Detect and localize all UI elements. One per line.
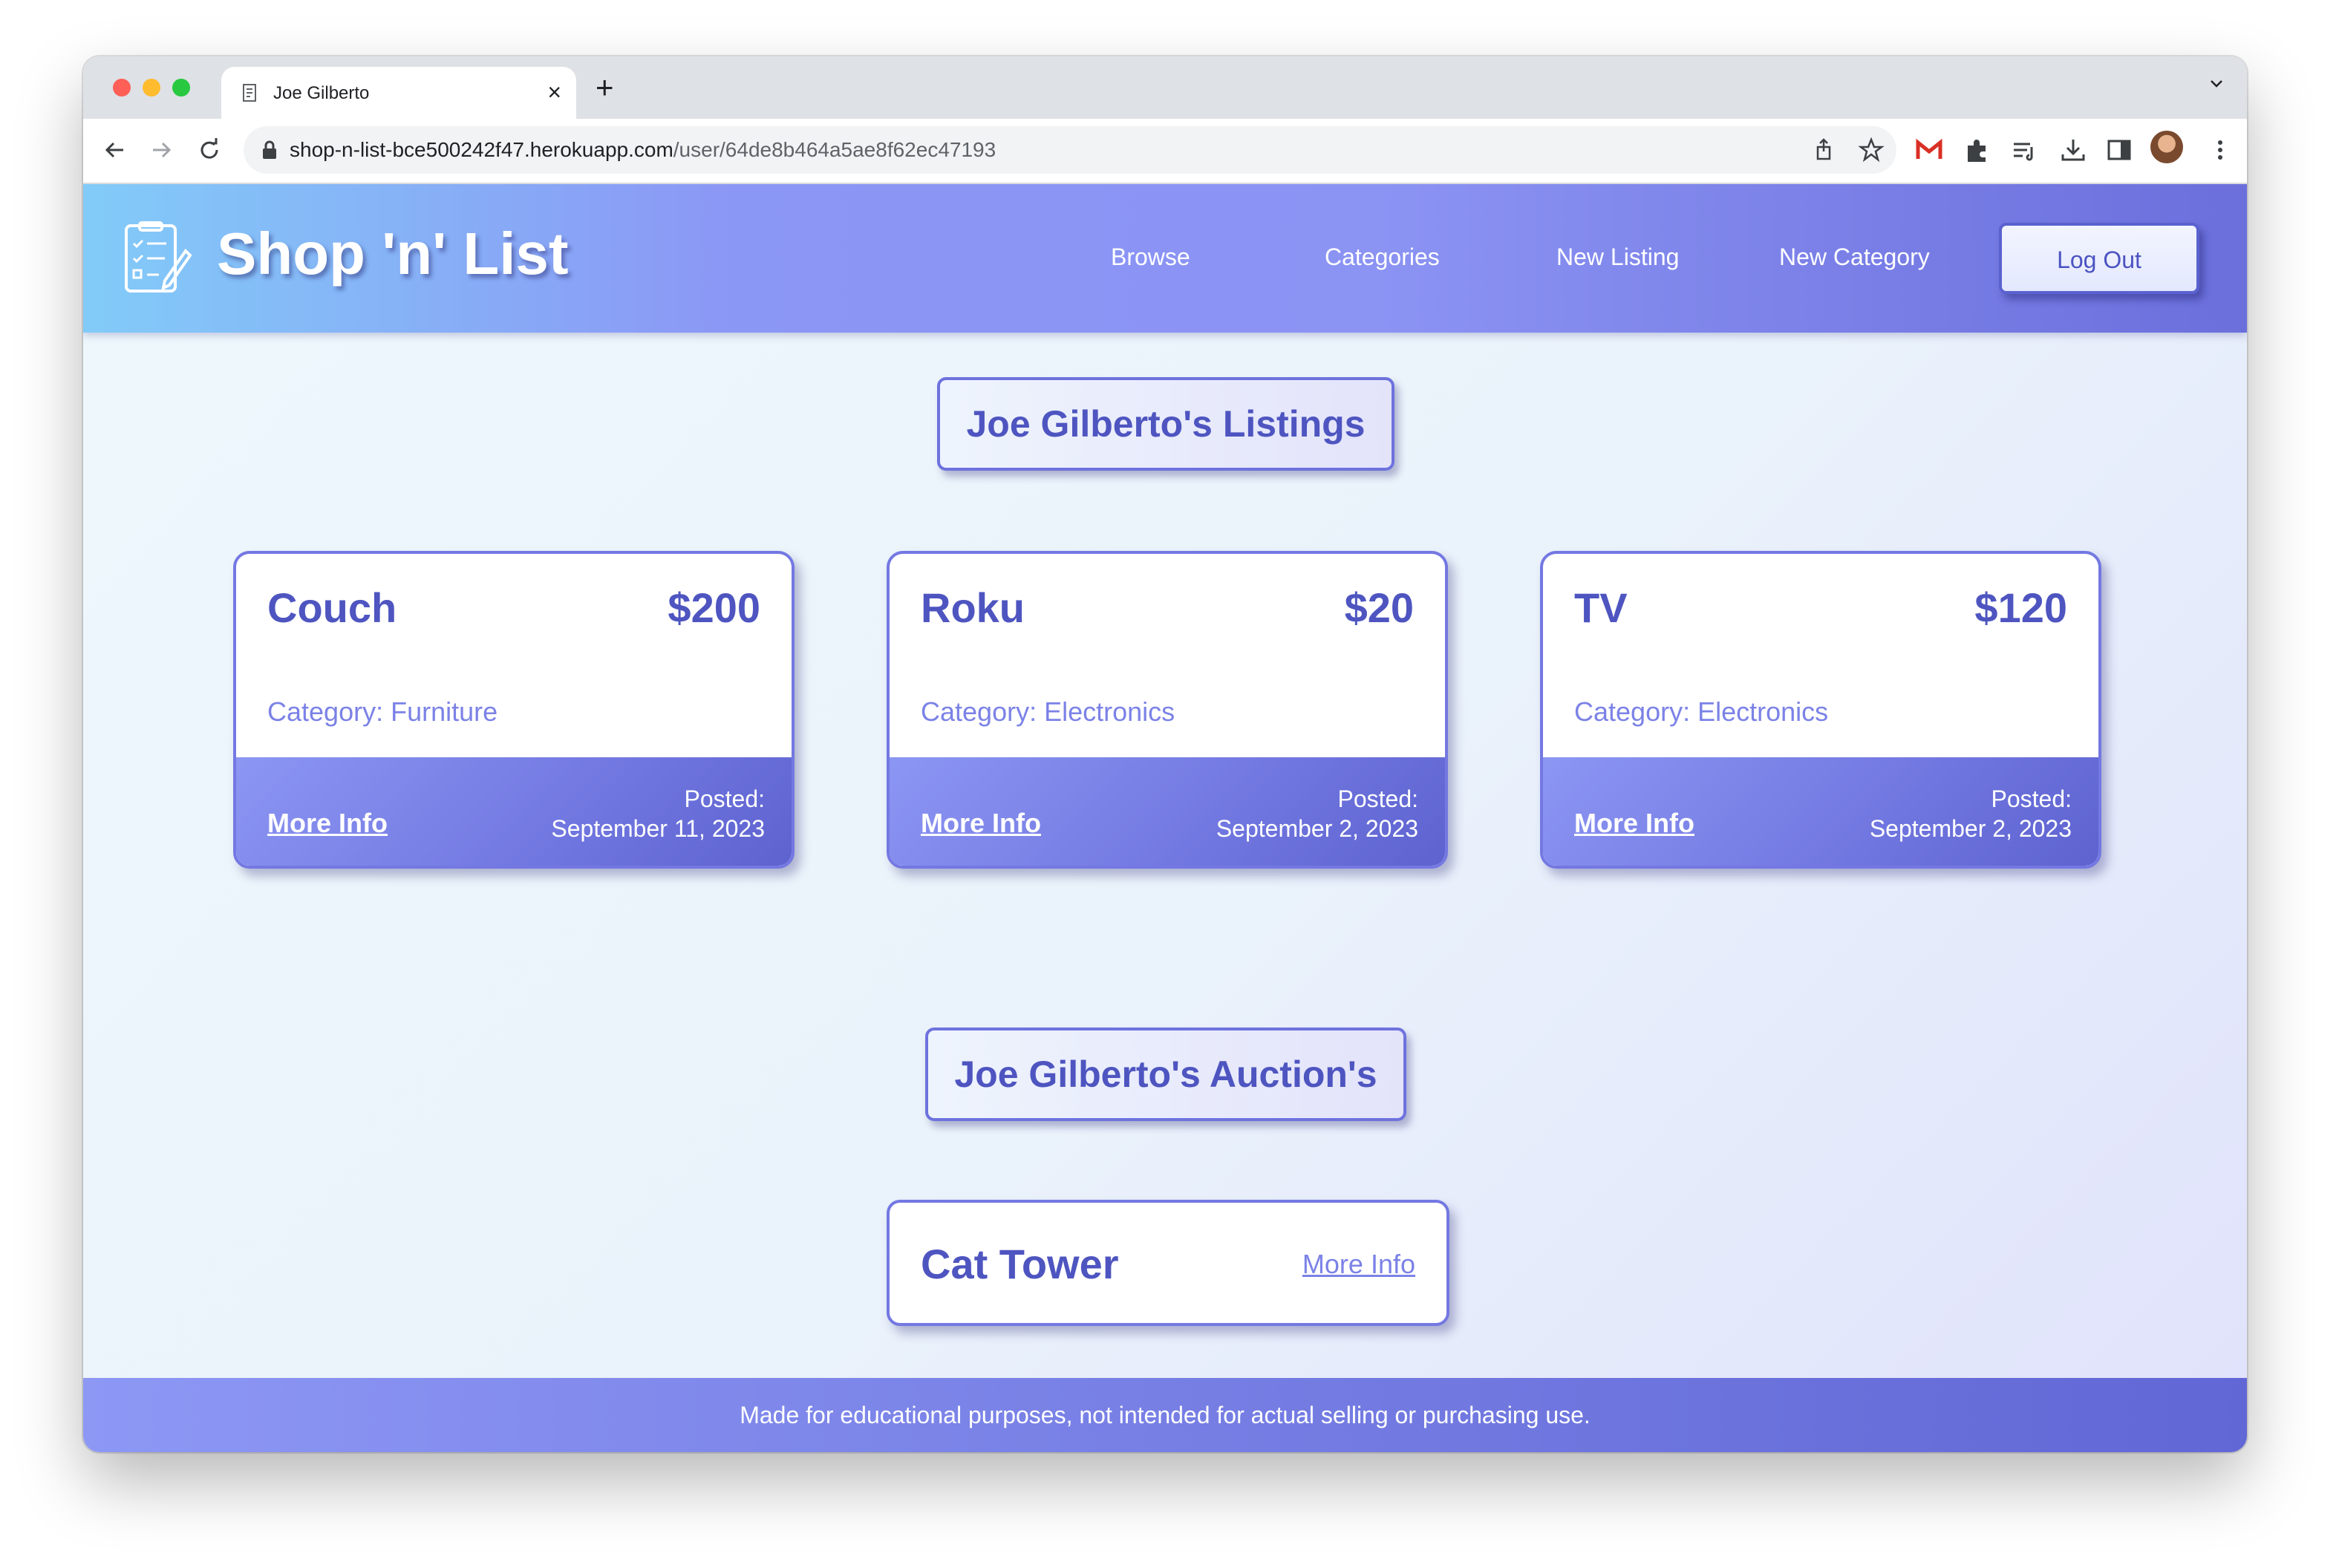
new-tab-icon[interactable]: + [596, 72, 614, 103]
nav-new-category[interactable]: New Category [1779, 244, 1930, 271]
auction-more-info-link[interactable]: More Info [1302, 1249, 1415, 1280]
listing-name: Roku [921, 584, 1025, 631]
browser-tab[interactable]: Joe Gilberto × [221, 67, 576, 119]
posted-label: Posted: [1337, 785, 1418, 812]
address-bar[interactable]: shop-n-list-bce500242f47.herokuapp.com/u… [244, 126, 1896, 174]
auction-card: Cat Tower More Info [887, 1200, 1449, 1326]
logout-button[interactable]: Log Out [1999, 223, 2199, 294]
puzzle-icon[interactable] [1962, 135, 1991, 165]
listing-footer: More Info Posted: September 2, 2023 [1543, 757, 2098, 866]
url-text: shop-n-list-bce500242f47.herokuapp.com/u… [290, 138, 996, 162]
gmail-icon[interactable] [1914, 135, 1944, 165]
site-footer: Made for educational purposes, not inten… [83, 1378, 2247, 1452]
posted-value: September 2, 2023 [1216, 815, 1418, 842]
listing-category: Category: Electronics [1574, 696, 1829, 727]
reload-icon[interactable] [195, 135, 224, 165]
footer-text: Made for educational purposes, not inten… [740, 1402, 1591, 1428]
nav-new-listing[interactable]: New Listing [1556, 244, 1679, 271]
listing-footer: More Info Posted: September 2, 2023 [890, 757, 1445, 866]
forward-arrow-icon[interactable] [147, 135, 177, 165]
listing-card: Couch $200 Category: Furniture More Info… [233, 551, 795, 869]
maximize-window-button[interactable] [172, 79, 190, 97]
site-header: Shop 'n' List Browse Categories New List… [83, 184, 2247, 333]
document-icon [243, 84, 256, 102]
browser-toolbar: shop-n-list-bce500242f47.herokuapp.com/u… [83, 119, 2247, 184]
browser-window: Joe Gilberto × + shop-n-list-bce500242f4… [83, 56, 2247, 1452]
url-host: shop-n-list-bce500242f47.herokuapp.com [290, 138, 673, 161]
reading-list-icon[interactable] [2009, 135, 2039, 165]
listing-card: TV $120 Category: Electronics More Info … [1540, 551, 2101, 869]
tab-strip: Joe Gilberto × + [83, 56, 2247, 119]
lock-icon [263, 140, 276, 159]
listing-category: Category: Furniture [267, 696, 498, 727]
posted-date: Posted: September 2, 2023 [1870, 784, 2072, 843]
listing-footer: More Info Posted: September 11, 2023 [236, 757, 792, 866]
listing-card: Roku $20 Category: Electronics More Info… [887, 551, 1448, 869]
more-info-link[interactable]: More Info [267, 808, 388, 839]
listing-price: $200 [668, 584, 760, 631]
star-icon[interactable] [1858, 137, 1885, 163]
chevron-down-icon[interactable] [2208, 76, 2225, 92]
auctions-heading: Joe Gilberto's Auction's [925, 1028, 1406, 1121]
posted-date: Posted: September 2, 2023 [1216, 784, 1418, 843]
tab-title: Joe Gilberto [273, 83, 370, 103]
posted-label: Posted: [684, 785, 765, 812]
side-panel-icon[interactable] [2104, 135, 2134, 165]
listing-name: Couch [267, 584, 397, 631]
listing-price: $20 [1344, 584, 1414, 631]
nav-browse[interactable]: Browse [1111, 244, 1190, 271]
profile-avatar[interactable] [2150, 131, 2183, 163]
auction-name: Cat Tower [921, 1241, 1119, 1287]
close-window-button[interactable] [113, 79, 131, 97]
listing-price: $120 [1974, 584, 2067, 631]
posted-date: Posted: September 11, 2023 [551, 784, 765, 843]
listing-name: TV [1574, 584, 1628, 631]
posted-value: September 11, 2023 [551, 815, 765, 842]
posted-label: Posted: [1991, 785, 2072, 812]
share-icon[interactable] [1810, 137, 1837, 163]
more-info-link[interactable]: More Info [921, 808, 1041, 839]
back-arrow-icon[interactable] [100, 135, 129, 165]
posted-value: September 2, 2023 [1869, 815, 2072, 842]
listing-category: Category: Electronics [921, 696, 1175, 727]
url-path: /user/64de8b464a5ae8f62ec47193 [673, 138, 996, 161]
listings-heading: Joe Gilberto's Listings [937, 377, 1394, 471]
more-menu-icon[interactable] [2205, 135, 2235, 165]
web-page: Shop 'n' List Browse Categories New List… [83, 184, 2247, 1452]
close-tab-icon[interactable]: × [547, 79, 561, 105]
more-info-link[interactable]: More Info [1574, 808, 1694, 839]
site-brand[interactable]: Shop 'n' List [217, 220, 569, 288]
nav-categories[interactable]: Categories [1325, 244, 1440, 271]
download-icon[interactable] [2058, 135, 2088, 165]
minimize-window-button[interactable] [143, 79, 160, 97]
checklist-logo-icon[interactable] [123, 221, 193, 295]
